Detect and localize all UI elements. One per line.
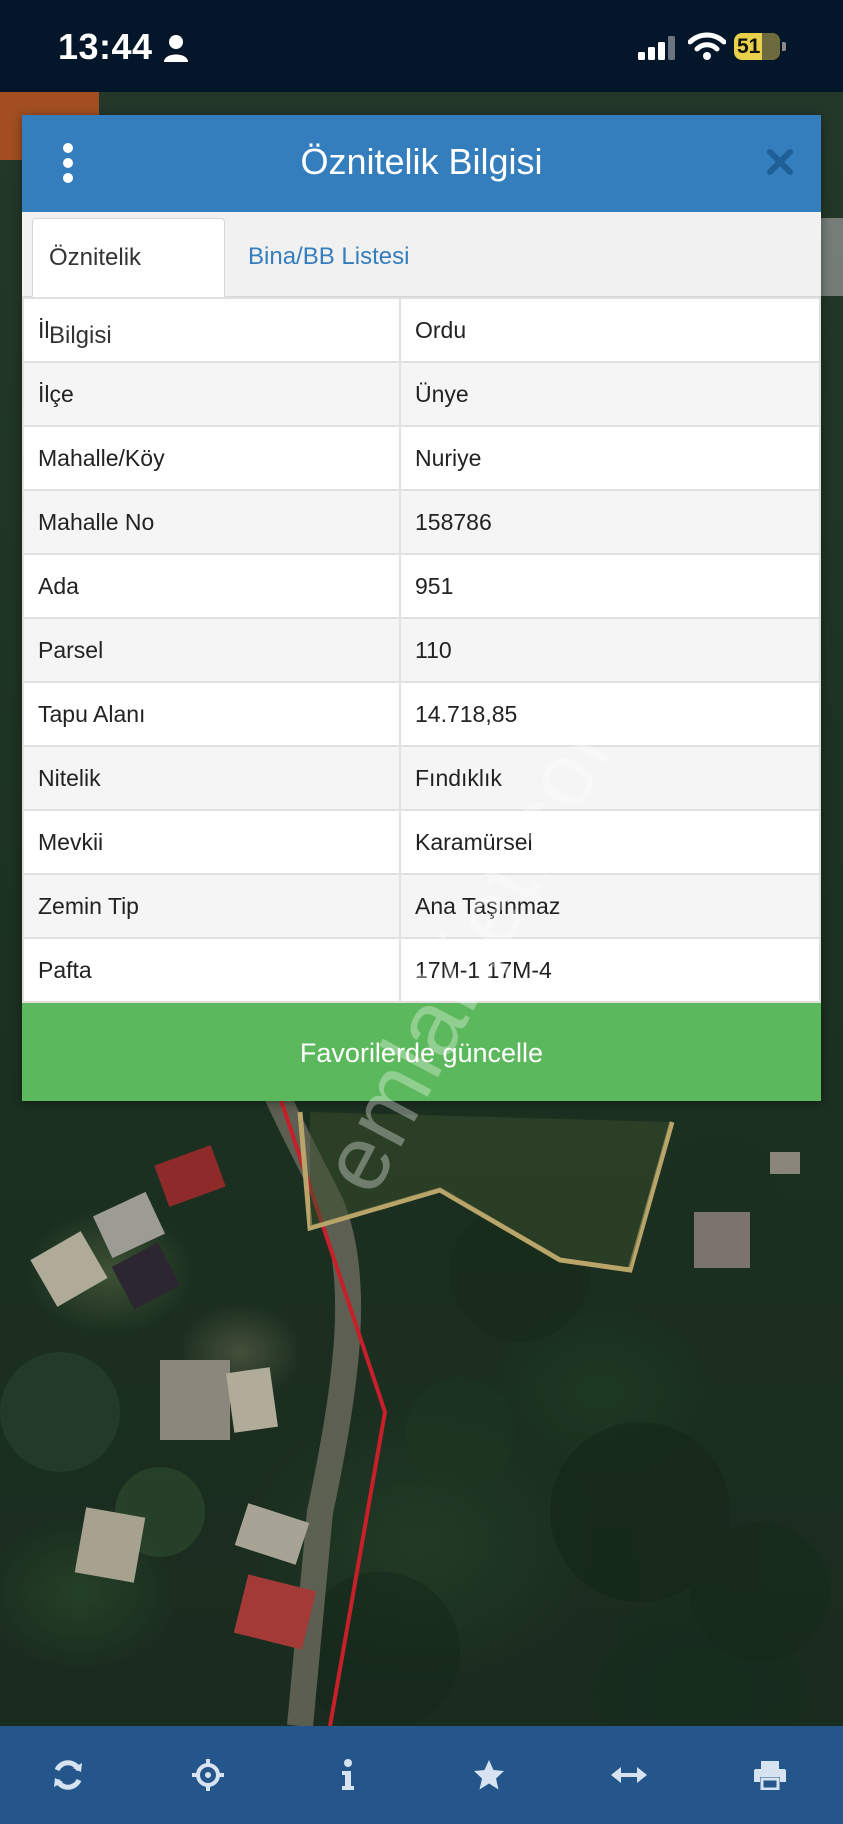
attribute-value: Nuriye: [399, 425, 821, 491]
attribute-value: Ordu: [399, 297, 821, 363]
attribute-key: Nitelik: [22, 745, 401, 811]
info-icon: [342, 1759, 354, 1790]
attribute-value: 14.718,85: [399, 681, 821, 747]
table-row: Mevkii Karamürsel: [22, 809, 821, 875]
info-button[interactable]: [323, 1750, 373, 1800]
status-bar: 13:44 51: [0, 0, 843, 92]
print-icon: [754, 1761, 786, 1790]
attribute-key: Mahalle No: [22, 489, 401, 555]
attribute-key: Ada: [22, 553, 401, 619]
panel-title: Öznitelik Bilgisi: [300, 141, 543, 182]
cellular-signal-icon: [638, 36, 675, 60]
attribute-key: Pafta: [22, 937, 401, 1003]
refresh-button[interactable]: [43, 1750, 93, 1800]
star-icon: [474, 1760, 504, 1790]
attribute-value: Ünye: [399, 361, 821, 427]
table-row: Tapu Alanı 14.718,85: [22, 681, 821, 747]
attribute-value: Karamürsel: [399, 809, 821, 875]
person-icon: [164, 35, 188, 62]
attribute-value: 158786: [399, 489, 821, 555]
print-button[interactable]: [745, 1750, 795, 1800]
attribute-key: Mevkii: [22, 809, 401, 875]
map-side-control[interactable]: [821, 218, 843, 296]
bottom-toolbar: [0, 1726, 843, 1824]
wifi-icon: [688, 32, 726, 60]
attribute-value: Ana Taşınmaz: [399, 873, 821, 939]
panel-header: Öznitelik Bilgisi: [22, 115, 821, 212]
tab-attribute-info[interactable]: Öznitelik Bilgisi: [32, 218, 225, 349]
attribute-value: 17M-1 17M-4: [399, 937, 821, 1003]
update-favorites-button[interactable]: Favorilerde güncelle: [22, 1003, 821, 1101]
table-row: Mahalle No 158786: [22, 489, 821, 555]
table-row: İlçe Ünye: [22, 361, 821, 427]
crosshair-icon: [192, 1759, 224, 1791]
attribute-table: İl Ordu İlçe Ünye Mahalle/Köy Nuriye Mahalle N…: [22, 297, 821, 1003]
battery-indicator: 51: [734, 33, 788, 60]
table-row: Zemin Tip Ana Taşınmaz: [22, 873, 821, 939]
attribute-key: Mahalle/Köy: [22, 425, 401, 491]
attribute-key: Zemin Tip: [22, 873, 401, 939]
table-row: Ada 951: [22, 553, 821, 619]
close-icon[interactable]: [765, 147, 795, 177]
battery-level: 51: [737, 35, 761, 58]
favorites-button[interactable]: [464, 1750, 514, 1800]
locate-button[interactable]: [183, 1750, 233, 1800]
attribute-panel: Öznitelik Bilgisi Öznitelik Bilgisi Bina…: [22, 115, 821, 1101]
attribute-key: Parsel: [22, 617, 401, 683]
measure-icon: [611, 1767, 647, 1783]
attribute-value: Fındıklık: [399, 745, 821, 811]
attribute-value: 951: [399, 553, 821, 619]
status-time: 13:44: [58, 26, 153, 67]
table-row: Parsel 110: [22, 617, 821, 683]
tab-building-list[interactable]: Bina/BB Listesi: [232, 218, 425, 296]
table-row: İl Ordu: [22, 297, 821, 363]
table-row: Pafta 17M-1 17M-4: [22, 937, 821, 1003]
attribute-key: Tapu Alanı: [22, 681, 401, 747]
attribute-value: 110: [399, 617, 821, 683]
measure-button[interactable]: [604, 1750, 654, 1800]
panel-tabs: Öznitelik Bilgisi Bina/BB Listesi: [22, 212, 821, 349]
table-row: Nitelik Fındıklık: [22, 745, 821, 811]
table-row: Mahalle/Köy Nuriye: [22, 425, 821, 491]
refresh-icon: [54, 1760, 82, 1790]
battery-body: 51: [734, 33, 780, 60]
battery-cap: [782, 42, 786, 51]
